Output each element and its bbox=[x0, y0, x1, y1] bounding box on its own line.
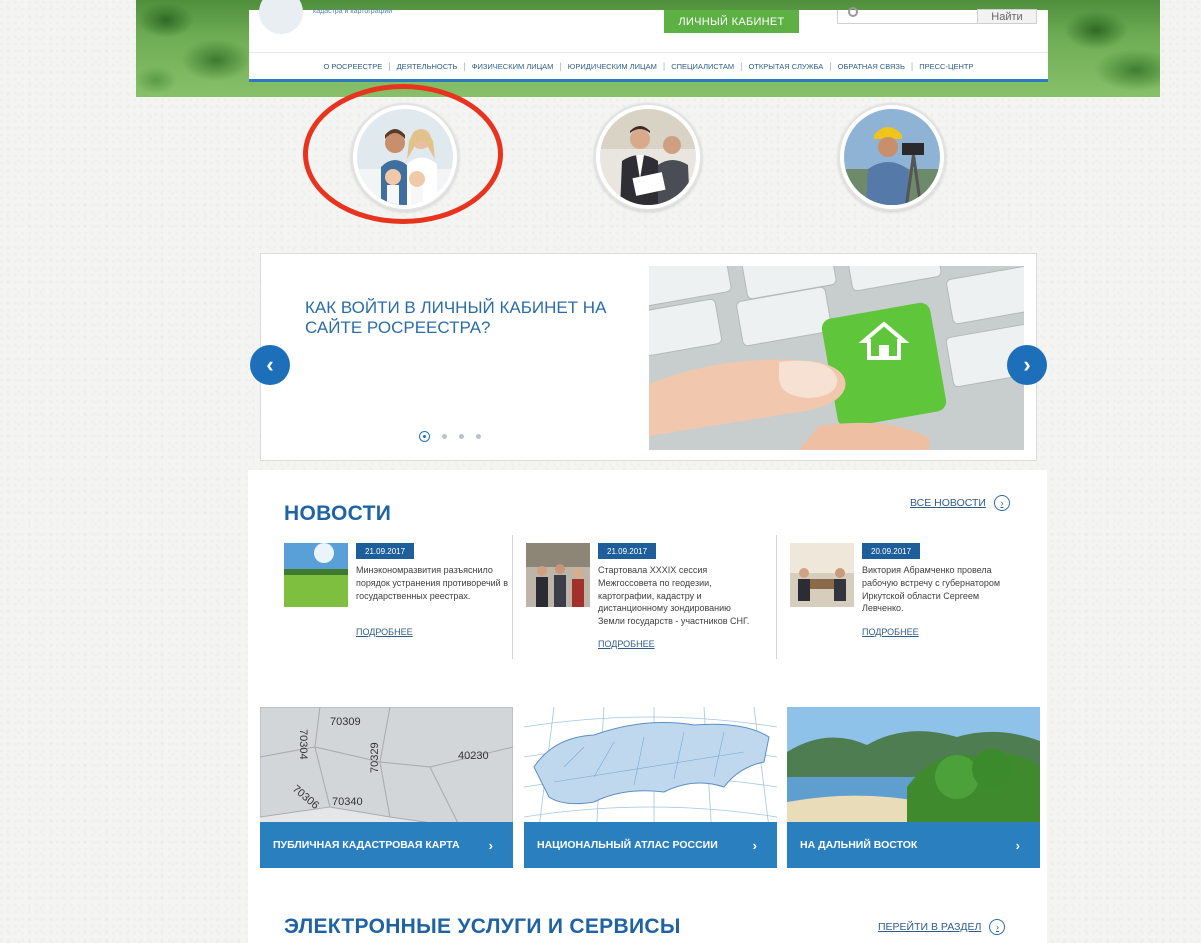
tile-far-east[interactable]: НА ДАЛЬНИЙ ВОСТОК › bbox=[787, 707, 1040, 868]
news-thumbnail[interactable] bbox=[790, 543, 854, 607]
nav-item-individuals[interactable]: ФИЗИЧЕСКИМ ЛИЦАМ bbox=[466, 62, 560, 71]
slider-dot-4[interactable] bbox=[476, 434, 481, 439]
map-parcel-number: 70340 bbox=[332, 796, 363, 808]
tile-national-atlas[interactable]: НАЦИОНАЛЬНЫЙ АТЛАС РОССИИ › bbox=[524, 707, 777, 868]
nav-item-press-center[interactable]: ПРЕСС-ЦЕНТР bbox=[913, 62, 979, 71]
site-header: кадастра и картографии ЛИЧНЫЙ КАБИНЕТ На… bbox=[249, 0, 1048, 82]
slider-prev-button[interactable]: ‹ bbox=[250, 345, 290, 385]
news-date: 21.09.2017 bbox=[598, 543, 657, 559]
nav-item-legal-entities[interactable]: ЮРИДИЧЕСКИМ ЛИЦАМ bbox=[562, 62, 663, 71]
nav-item-feedback[interactable]: ОБРАТНАЯ СВЯЗЬ bbox=[832, 62, 911, 71]
tile-cadastral-map[interactable]: 70309 70304 70329 40230 70306 70340 ПУБЛ… bbox=[260, 707, 513, 868]
surveyor-photo bbox=[844, 109, 940, 205]
news-thumbnail[interactable] bbox=[284, 543, 348, 607]
search-button[interactable]: Найти bbox=[977, 9, 1037, 24]
slider-pagination bbox=[419, 431, 481, 442]
slider-dot-1[interactable] bbox=[419, 431, 430, 442]
chevron-right-icon: › bbox=[993, 495, 1010, 511]
tile-label-text: НАЦИОНАЛЬНЫЙ АТЛАС РОССИИ bbox=[537, 839, 718, 851]
nav-item-open-service[interactable]: ОТКРЫТАЯ СЛУЖБА bbox=[743, 62, 830, 71]
chevron-right-icon: › bbox=[488, 837, 493, 853]
personal-cabinet-button[interactable]: ЛИЧНЫЙ КАБИНЕТ bbox=[664, 10, 799, 33]
news-heading: НОВОСТИ bbox=[284, 502, 392, 525]
highlight-annotation bbox=[303, 84, 503, 224]
search-input[interactable]: Найти bbox=[837, 7, 1037, 24]
rosreestr-logo[interactable] bbox=[259, 0, 303, 34]
news-more-link[interactable]: ПОДРОБНЕЕ bbox=[598, 639, 655, 649]
chevron-right-icon: › bbox=[989, 919, 1006, 935]
news-date: 20.09.2017 bbox=[862, 543, 921, 559]
tile-label: НА ДАЛЬНИЙ ВОСТОК › bbox=[787, 822, 1040, 868]
audience-specialists-link[interactable] bbox=[838, 103, 946, 211]
keyboard-photo bbox=[649, 266, 1024, 450]
tile-label-text: НА ДАЛЬНИЙ ВОСТОК bbox=[800, 839, 918, 851]
slider-next-button[interactable]: › bbox=[1007, 345, 1047, 385]
slide-title[interactable]: КАК ВОЙТИ В ЛИЧНЫЙ КАБИНЕТ НА САЙТЕ РОСР… bbox=[305, 298, 635, 338]
search-icon bbox=[848, 7, 858, 17]
tile-label: ПУБЛИЧНАЯ КАДАСТРОВАЯ КАРТА › bbox=[260, 822, 513, 868]
main-nav: О РОСРЕЕСТРЕ | ДЕЯТЕЛЬНОСТЬ | ФИЗИЧЕСКИМ… bbox=[249, 52, 1048, 79]
news-text[interactable]: Стартовала XXXIX сессия Межгоссовета по … bbox=[598, 564, 758, 628]
services-heading: ЭЛЕКТРОННЫЕ УСЛУГИ И СЕРВИСЫ bbox=[284, 915, 681, 938]
business-photo bbox=[600, 109, 696, 205]
nav-item-about[interactable]: О РОСРЕЕСТРЕ bbox=[317, 62, 388, 71]
news-thumbnail[interactable] bbox=[526, 543, 590, 607]
nav-item-activity[interactable]: ДЕЯТЕЛЬНОСТЬ bbox=[391, 62, 464, 71]
logo-subtitle: кадастра и картографии bbox=[313, 8, 393, 15]
news-text[interactable]: Минэкономразвития разъяснило порядок уст… bbox=[356, 564, 516, 602]
map-parcel-number: 70329 bbox=[369, 742, 381, 773]
news-date: 21.09.2017 bbox=[356, 543, 415, 559]
news-more-link[interactable]: ПОДРОБНЕЕ bbox=[356, 627, 413, 637]
tile-label-text: ПУБЛИЧНАЯ КАДАСТРОВАЯ КАРТА bbox=[273, 839, 460, 851]
map-parcel-number: 40230 bbox=[458, 750, 489, 762]
news-divider bbox=[776, 535, 777, 659]
news-text[interactable]: Виктория Абрамченко провела рабочую встр… bbox=[862, 564, 1022, 615]
slider-dot-3[interactable] bbox=[459, 434, 464, 439]
audience-legal-entities-link[interactable] bbox=[594, 103, 702, 211]
all-news-label: ВСЕ НОВОСТИ bbox=[910, 497, 986, 509]
news-more-link[interactable]: ПОДРОБНЕЕ bbox=[862, 627, 919, 637]
services-section-link[interactable]: ПЕРЕЙТИ В РАЗДЕЛ › bbox=[878, 919, 1006, 935]
all-news-link[interactable]: ВСЕ НОВОСТИ › bbox=[910, 495, 1010, 511]
chevron-right-icon: › bbox=[1015, 837, 1020, 853]
services-link-label: ПЕРЕЙТИ В РАЗДЕЛ bbox=[878, 921, 982, 933]
chevron-right-icon: › bbox=[752, 837, 757, 853]
slider-dot-2[interactable] bbox=[442, 434, 447, 439]
news-divider bbox=[512, 535, 513, 659]
tile-label: НАЦИОНАЛЬНЫЙ АТЛАС РОССИИ › bbox=[524, 822, 777, 868]
nav-item-specialists[interactable]: СПЕЦИАЛИСТАМ bbox=[665, 62, 740, 71]
map-parcel-number: 70304 bbox=[297, 729, 309, 760]
map-parcel-number: 70309 bbox=[330, 716, 361, 728]
promo-slider: КАК ВОЙТИ В ЛИЧНЫЙ КАБИНЕТ НА САЙТЕ РОСР… bbox=[260, 253, 1037, 461]
